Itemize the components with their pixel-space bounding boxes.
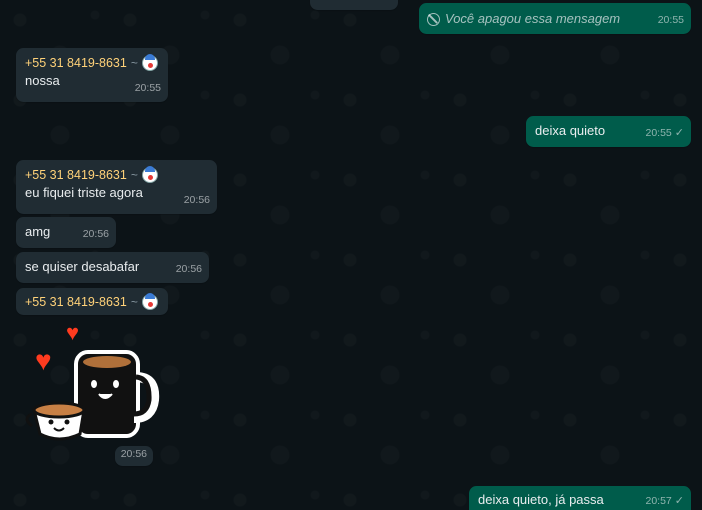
- clown-emoji-icon: [141, 293, 158, 310]
- message-time: 20:55: [657, 14, 684, 26]
- sent-check-icon: ✓: [674, 127, 684, 139]
- clown-emoji-icon: [141, 166, 158, 183]
- message-time: 20:56: [82, 228, 109, 240]
- incoming-message[interactable]: +55 31 8419-8631 ~ eu fiquei triste agor…: [16, 160, 217, 214]
- message-time: 20:56: [183, 194, 210, 206]
- ban-icon: [427, 12, 440, 26]
- message-time: 20:55: [134, 82, 161, 94]
- message-text: eu fiquei triste agora: [25, 185, 143, 200]
- outgoing-message[interactable]: deixa quieto, já passa 20:57 ✓: [469, 486, 691, 510]
- message-bubble-partial[interactable]: [310, 0, 398, 10]
- sender-name[interactable]: +55 31 8419-8631 ~: [25, 293, 159, 311]
- incoming-message[interactable]: amg 20:56: [16, 217, 116, 248]
- message-time: 20:55 ✓: [645, 127, 685, 139]
- sender-name[interactable]: +55 31 8419-8631 ~: [25, 166, 208, 184]
- sender-name[interactable]: +55 31 8419-8631 ~: [25, 54, 159, 72]
- sticker-message[interactable]: ♥ ♥: [24, 322, 164, 447]
- sticker-sender-bubble[interactable]: +55 31 8419-8631 ~: [16, 288, 168, 315]
- deleted-message-bubble[interactable]: Você apagou essa mensagem 20:55: [419, 3, 691, 34]
- coffee-cups-hearts-sticker: [25, 350, 160, 441]
- deleted-message-text: Você apagou essa mensagem: [445, 11, 621, 26]
- incoming-message[interactable]: se quiser desabafar 20:56: [16, 252, 209, 283]
- sticker-time-badge: 20:56: [115, 446, 153, 466]
- message-time: 20:56: [175, 263, 202, 275]
- sent-check-icon: ✓: [674, 495, 684, 507]
- message-time: 20:56: [120, 448, 147, 460]
- deleted-message: Você apagou essa mensagem: [427, 10, 683, 28]
- outgoing-message[interactable]: deixa quieto 20:55 ✓: [526, 116, 691, 147]
- clown-emoji-icon: [141, 54, 158, 71]
- message-text: se quiser desabafar: [25, 259, 140, 274]
- message-time: 20:57 ✓: [645, 495, 685, 507]
- chat-background: Você apagou essa mensagem 20:55 +55 31 8…: [0, 0, 702, 510]
- incoming-message[interactable]: +55 31 8419-8631 ~ nossa 20:55: [16, 48, 168, 102]
